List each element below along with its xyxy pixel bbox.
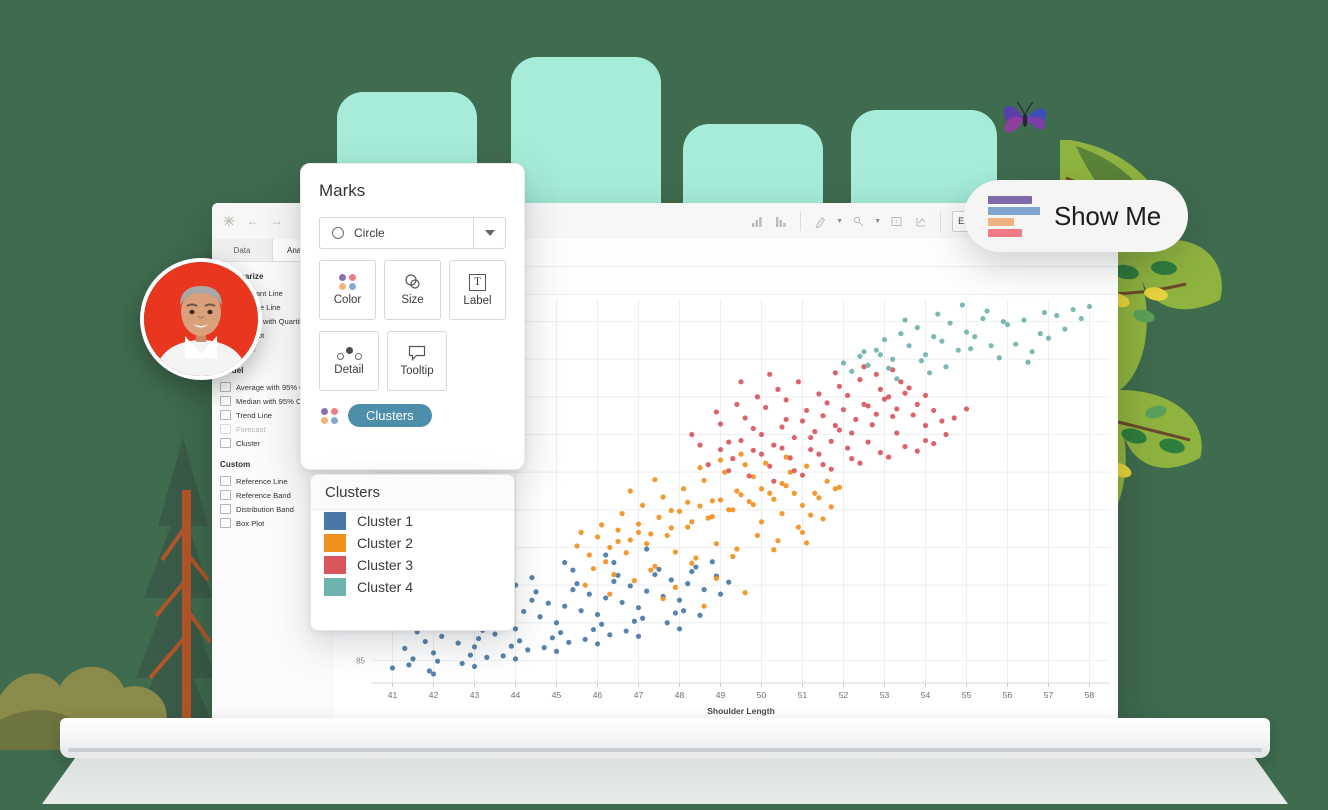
group-members-icon[interactable] — [850, 213, 867, 230]
tab-data[interactable]: Data — [212, 239, 273, 261]
marks-card-title: Marks — [319, 181, 366, 200]
highlight-chevron-icon[interactable]: ▼ — [836, 218, 843, 225]
svg-text:51: 51 — [798, 690, 808, 700]
legend-item-label: Cluster 4 — [357, 579, 414, 595]
detail-button[interactable]: Detail — [319, 331, 379, 391]
cluster-icon — [220, 438, 231, 448]
marks-card: Marks Circle Color Size T Label Detail T… — [300, 163, 525, 470]
reference-line-icon — [220, 476, 231, 486]
svg-text:55: 55 — [962, 690, 972, 700]
svg-text:49: 49 — [716, 690, 726, 700]
trend-line-icon — [220, 410, 231, 420]
size-button[interactable]: Size — [384, 260, 441, 320]
show-me-label: Show Me — [1054, 200, 1161, 231]
tooltip-bubble-icon — [408, 345, 426, 361]
sort-descending-icon[interactable] — [772, 213, 789, 230]
legend-item-label: Cluster 2 — [357, 535, 414, 551]
group-chevron-icon[interactable]: ▼ — [874, 218, 881, 225]
median-ci-icon — [220, 396, 231, 406]
label-button[interactable]: T Label — [449, 260, 506, 320]
color-dots-icon — [321, 407, 339, 424]
mark-type-dropdown[interactable]: Circle — [319, 217, 506, 249]
svg-text:53: 53 — [880, 690, 890, 700]
fix-axes-icon[interactable] — [912, 213, 929, 230]
legend-swatch — [324, 578, 346, 596]
show-mark-labels-icon[interactable]: T — [888, 213, 905, 230]
svg-text:47: 47 — [634, 690, 644, 700]
avatar — [140, 258, 262, 380]
mark-type-label: Circle — [354, 226, 385, 240]
legend-swatch — [324, 556, 346, 574]
label-text-icon: T — [469, 273, 486, 291]
scene: ← → ▼ ▼ T Data Summarize Constant Line A… — [0, 0, 1328, 810]
svg-text:50: 50 — [757, 690, 767, 700]
custom-box-plot-icon — [220, 518, 231, 528]
laptop-foot — [42, 752, 1288, 804]
bar-chart-icon — [988, 195, 1040, 237]
reference-band-icon — [220, 490, 231, 500]
forecast-icon — [220, 424, 231, 434]
sort-ascending-icon[interactable] — [748, 213, 765, 230]
label-button-label: Label — [463, 294, 492, 307]
color-button[interactable]: Color — [319, 260, 376, 320]
tooltip-button-label: Tooltip — [400, 365, 434, 377]
marks-button-row-1: Color Size T Label — [319, 260, 506, 320]
svg-text:44: 44 — [511, 690, 521, 700]
legend-item-cluster-3[interactable]: Cluster 3 — [311, 554, 514, 576]
legend-swatch — [324, 512, 346, 530]
laptop-hinge — [68, 748, 1262, 752]
legend-item-label: Cluster 3 — [357, 557, 414, 573]
back-arrow-icon[interactable]: ← — [244, 213, 261, 230]
svg-text:58: 58 — [1085, 690, 1095, 700]
size-button-label: Size — [401, 294, 424, 306]
legend-item-cluster-4[interactable]: Cluster 4 — [311, 576, 514, 598]
butterfly-icon — [1003, 101, 1047, 133]
highlight-icon[interactable] — [812, 213, 829, 230]
svg-text:T: T — [895, 219, 899, 225]
svg-text:48: 48 — [675, 690, 685, 700]
svg-text:Shoulder Length: Shoulder Length — [707, 706, 775, 716]
tableau-home-icon[interactable] — [220, 213, 237, 230]
legend-item-cluster-1[interactable]: Cluster 1 — [311, 510, 514, 532]
tooltip-button[interactable]: Tooltip — [387, 331, 447, 391]
show-me-badge[interactable]: Show Me — [964, 180, 1188, 252]
detail-button-label: Detail — [334, 364, 364, 376]
marks-button-row-2: Detail Tooltip — [319, 331, 506, 391]
svg-text:57: 57 — [1044, 690, 1054, 700]
chevron-down-icon[interactable] — [473, 218, 505, 248]
legend-swatch — [324, 534, 346, 552]
size-circles-icon — [404, 274, 420, 289]
svg-text:54: 54 — [921, 690, 931, 700]
legend-item-label: Cluster 1 — [357, 513, 414, 529]
legend-item-cluster-2[interactable]: Cluster 2 — [311, 532, 514, 554]
svg-text:52: 52 — [839, 690, 849, 700]
svg-text:43: 43 — [470, 690, 480, 700]
distribution-band-icon — [220, 504, 231, 514]
svg-text:56: 56 — [1003, 690, 1013, 700]
forward-arrow-icon[interactable]: → — [268, 213, 285, 230]
svg-text:46: 46 — [593, 690, 603, 700]
circle-outline-icon — [332, 227, 344, 239]
svg-text:85: 85 — [356, 656, 365, 665]
detail-dots-icon — [336, 346, 362, 360]
user-portrait-icon — [144, 262, 258, 376]
clusters-encoding-pill[interactable]: Clusters — [348, 404, 432, 427]
color-dots-icon — [338, 274, 357, 290]
svg-text:45: 45 — [552, 690, 562, 700]
svg-text:41: 41 — [388, 690, 398, 700]
legend-title: Clusters — [311, 475, 514, 510]
svg-text:42: 42 — [429, 690, 439, 700]
clusters-legend-card: Clusters Cluster 1 Cluster 2 Cluster 3 C… — [310, 474, 515, 631]
average-ci-icon — [220, 382, 231, 392]
color-button-label: Color — [333, 294, 362, 306]
color-encoding-row: Clusters — [321, 404, 524, 427]
